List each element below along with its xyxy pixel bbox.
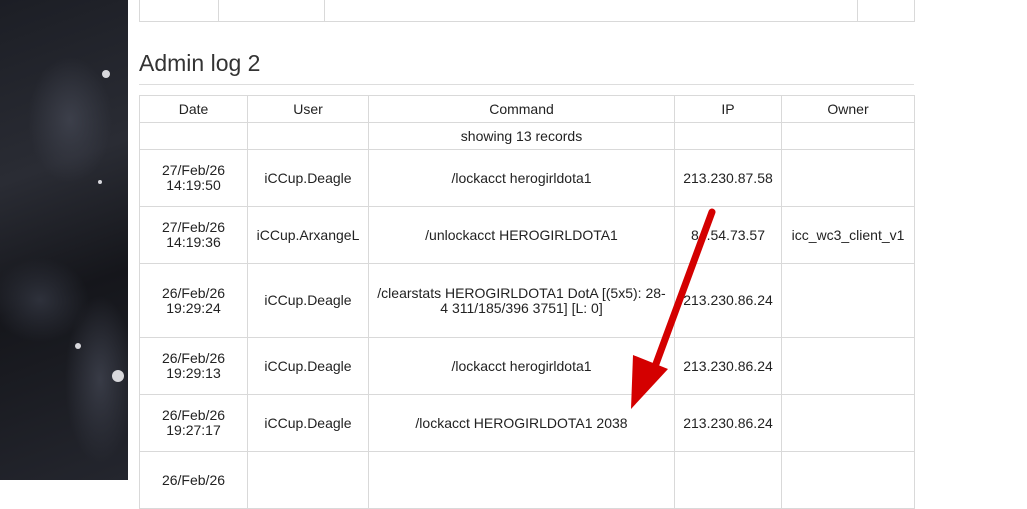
column-header-date: Date [139,95,248,123]
table-cell [247,122,369,150]
date-cell: 27/Feb/26 14:19:36 [139,206,248,264]
table-cell [674,122,782,150]
ip-cell: 84.54.73.57 [674,206,782,264]
table-header-row: Date User Command IP Owner [139,95,915,123]
background-artwork [0,0,128,480]
table-row: 26/Feb/26 19:27:17 iCCup.Deagle /lockacc… [139,394,915,452]
column-header-command: Command [368,95,675,123]
ip-cell: 213.230.86.24 [674,263,782,338]
command-cell: /lockacct HEROGIRLDOTA1 2038 [368,394,675,452]
command-cell: /clearstats HEROGIRLDOTA1 DotA [(5x5): 2… [368,263,675,338]
user-cell: iCCup.Deagle [247,149,369,207]
date-cell: 26/Feb/26 [139,451,248,509]
column-header-ip: IP [674,95,782,123]
table-row [139,0,915,22]
table-row: 26/Feb/26 19:29:24 iCCup.Deagle /clearst… [139,263,915,338]
owner-cell [781,451,915,509]
date-cell: 26/Feb/26 19:29:13 [139,337,248,395]
date-cell: 27/Feb/26 14:19:50 [139,149,248,207]
user-cell: iCCup.Deagle [247,263,369,338]
date-cell: 26/Feb/26 19:29:24 [139,263,248,338]
table-row: 26/Feb/26 19:29:13 iCCup.Deagle /lockacc… [139,337,915,395]
user-cell: iCCup.Deagle [247,337,369,395]
records-count: showing 13 records [368,122,675,150]
ip-cell [674,451,782,509]
owner-cell [781,263,915,338]
command-cell: /unlockacct HEROGIRLDOTA1 [368,206,675,264]
ip-cell: 213.230.86.24 [674,394,782,452]
table-cell [781,122,915,150]
table-cell [139,122,248,150]
date-cell: 26/Feb/26 19:27:17 [139,394,248,452]
user-cell [247,451,369,509]
column-header-user: User [247,95,369,123]
owner-cell: icc_wc3_client_v1 [781,206,915,264]
table-row: 27/Feb/26 14:19:50 iCCup.Deagle /lockacc… [139,149,915,207]
previous-log-table [139,0,915,22]
table-cell [324,0,858,22]
ip-cell: 213.230.86.24 [674,337,782,395]
table-row: 26/Feb/26 [139,451,915,509]
column-header-owner: Owner [781,95,915,123]
table-row: 27/Feb/26 14:19:36 iCCup.ArxangeL /unloc… [139,206,915,264]
records-info-row: showing 13 records [139,122,915,150]
command-cell [368,451,675,509]
table-cell [139,0,219,22]
command-cell: /lockacct herogirldota1 [368,337,675,395]
title-divider [139,84,914,85]
owner-cell [781,337,915,395]
table-cell [857,0,915,22]
ip-cell: 213.230.87.58 [674,149,782,207]
admin-log-table: Date User Command IP Owner showing 13 re… [139,95,915,509]
user-cell: iCCup.ArxangeL [247,206,369,264]
owner-cell [781,149,915,207]
command-cell: /lockacct herogirldota1 [368,149,675,207]
owner-cell [781,394,915,452]
user-cell: iCCup.Deagle [247,394,369,452]
section-title: Admin log 2 [139,50,261,76]
table-cell [218,0,325,22]
